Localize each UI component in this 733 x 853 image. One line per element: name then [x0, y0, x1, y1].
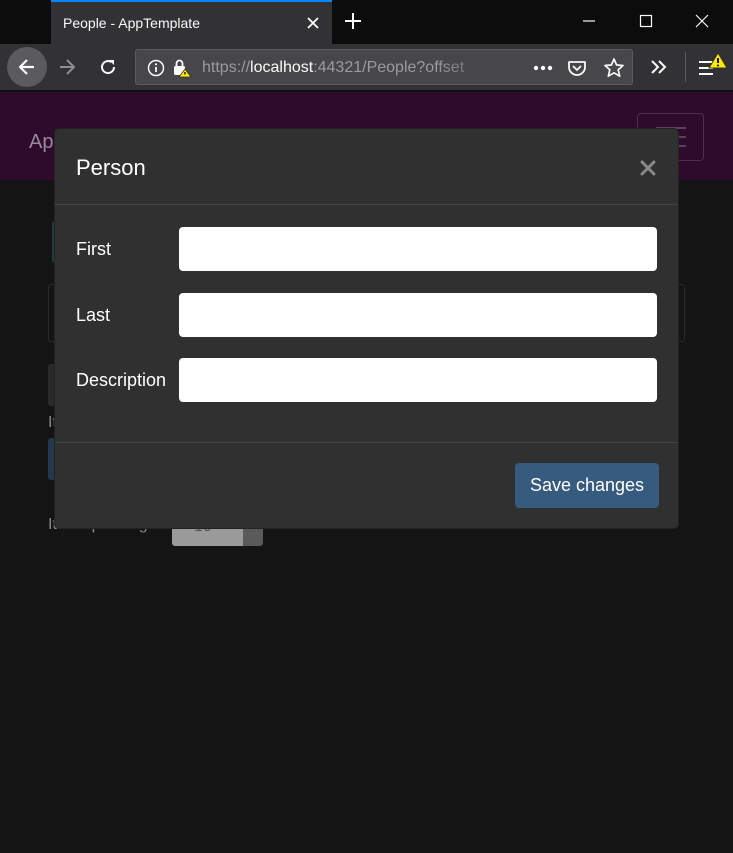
last-name-row: Last: [55, 293, 678, 337]
last-name-input[interactable]: [179, 293, 657, 337]
browser-navbar: https://localhost:44321/People?offset: [0, 44, 733, 91]
description-label: Description: [76, 370, 167, 390]
url-fade: [436, 50, 516, 84]
maximize-icon[interactable]: [638, 13, 654, 29]
save-changes-button[interactable]: Save changes: [515, 463, 659, 508]
address-bar[interactable]: https://localhost:44321/People?offset: [135, 49, 633, 85]
description-row: Description: [55, 358, 678, 402]
modal-header: Person: [55, 129, 678, 205]
url-scheme: https://: [202, 59, 251, 76]
url-text[interactable]: https://localhost:44321/People?offset: [202, 59, 464, 77]
app-brand[interactable]: Ap: [29, 131, 53, 154]
overflow-chevron-icon[interactable]: [649, 57, 669, 77]
bookmark-star-icon[interactable]: [603, 57, 625, 79]
pocket-icon[interactable]: [567, 58, 587, 78]
browser-titlebar: People - AppTemplate: [0, 0, 733, 44]
first-name-label: First: [76, 239, 111, 259]
description-input[interactable]: [179, 358, 657, 402]
browser-tab[interactable]: People - AppTemplate: [51, 0, 332, 44]
back-button[interactable]: [7, 47, 47, 87]
first-name-input[interactable]: [179, 227, 657, 271]
minimize-icon[interactable]: [581, 13, 597, 29]
arrow-left-icon: [18, 59, 34, 75]
modal-title: Person: [76, 155, 146, 180]
insecure-lock-icon[interactable]: [172, 58, 192, 78]
first-name-row: First: [55, 227, 678, 271]
close-icon[interactable]: [639, 159, 657, 177]
page-actions-icon[interactable]: [532, 64, 554, 72]
forward-icon[interactable]: [57, 57, 77, 77]
info-icon[interactable]: [147, 59, 165, 77]
close-window-icon[interactable]: [694, 13, 710, 29]
new-tab-icon[interactable]: [343, 11, 363, 31]
modal-footer-divider: [55, 442, 678, 443]
last-name-label: Last: [76, 305, 111, 325]
tab-title: People - AppTemplate: [63, 15, 200, 31]
menu-warning-icon[interactable]: [697, 53, 729, 81]
close-tab-icon[interactable]: [306, 16, 320, 30]
toolbar-separator: [685, 52, 686, 82]
person-modal: Person First Last Description Save chang…: [54, 128, 679, 529]
url-host: localhost: [250, 59, 314, 76]
reload-icon[interactable]: [98, 57, 118, 77]
